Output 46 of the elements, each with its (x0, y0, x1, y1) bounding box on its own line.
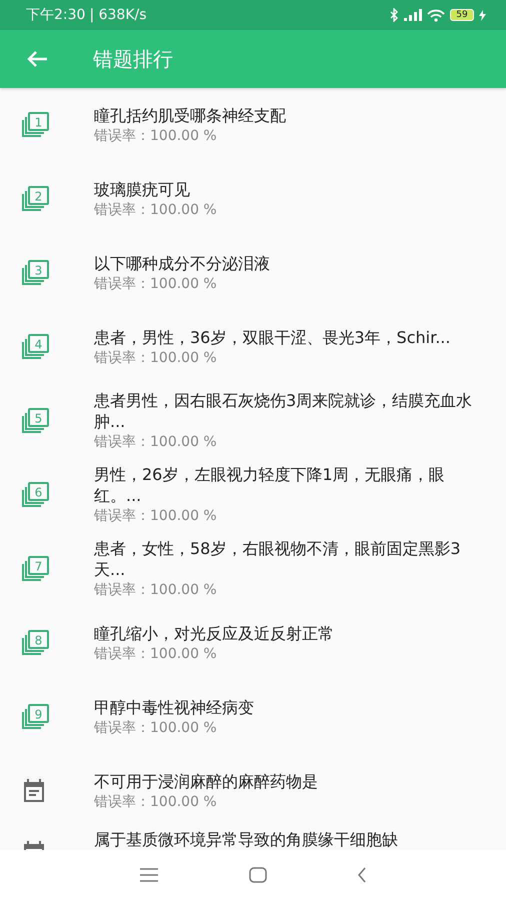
question-text: 患者，男性，36岁，双眼干涩、畏光3年，Schir... (94, 326, 452, 348)
question-row[interactable]: 5 患者男性，因右眼石灰烧伤3周来院就诊，结膜充血水肿... 错误率：100.00 % (0, 384, 506, 458)
question-row[interactable]: 不可用于浸润麻醉的麻醉药物是 错误率：100.00 % (0, 754, 506, 828)
back-arrow-icon (26, 50, 48, 68)
error-rate: 错误率：100.00 % (94, 200, 218, 220)
error-rate: 错误率：100.00 % (94, 274, 218, 294)
question-text: 以下哪种成分不分泌泪液 (94, 252, 271, 274)
question-row[interactable]: 1 瞳孔括约肌受哪条神经支配 错误率：100.00 % (0, 88, 506, 162)
error-rate: 错误率：100.00 % (94, 718, 218, 738)
question-row[interactable]: 2 玻璃膜疣可见 错误率：100.00 % (0, 162, 506, 236)
charging-icon (479, 10, 486, 20)
question-text: 患者男性，因右眼石灰烧伤3周来院就诊，结膜充血水肿... (94, 390, 474, 432)
network-speed: | 638K/s (89, 7, 147, 23)
question-row[interactable]: 8 瞳孔缩小，对光反应及近反射正常 错误率：100.00 % (0, 606, 506, 680)
bluetooth-icon (390, 8, 399, 22)
error-rate: 错误率：100.00 % (94, 348, 218, 368)
calendar-icon (22, 841, 46, 850)
menu-icon[interactable] (139, 868, 159, 882)
question-row[interactable]: 7 患者，女性，58岁，右眼视物不清，眼前固定黑影3天... 错误率：100.00 % (0, 532, 506, 606)
home-icon[interactable] (249, 867, 267, 883)
status-time: 下午2:30 (26, 6, 86, 24)
calendar-icon (22, 779, 46, 803)
question-row[interactable]: 属于基质微环境异常导致的角膜缘干细胞缺 (0, 828, 506, 850)
error-rate: 错误率：100.00 % (94, 792, 218, 812)
error-rate: 错误率：100.00 % (94, 433, 218, 452)
question-row[interactable]: 4 患者，男性，36岁，双眼干涩、畏光3年，Schir... 错误率：100.00 % (0, 310, 506, 384)
question-text: 玻璃膜疣可见 (94, 178, 191, 200)
back-icon[interactable] (357, 867, 367, 883)
question-text: 瞳孔括约肌受哪条神经支配 (94, 104, 287, 126)
question-text: 属于基质微环境异常导致的角膜缘干细胞缺 (94, 829, 399, 850)
battery-indicator: 59 (450, 9, 474, 21)
question-row[interactable]: 3 以下哪种成分不分泌泪液 错误率：100.00 % (0, 236, 506, 310)
question-text: 不可用于浸润麻醉的麻醉药物是 (94, 770, 319, 792)
error-rate: 错误率：100.00 % (94, 507, 218, 526)
error-rate: 错误率：100.00 % (94, 126, 218, 146)
question-text: 男性，26岁，左眼视力轻度下降1周，无眼痛，眼红。... (94, 464, 446, 506)
question-row[interactable]: 9 甲醇中毒性视神经病变 错误率：100.00 % (0, 680, 506, 754)
error-rate: 错误率：100.00 % (94, 644, 218, 664)
wifi-icon (427, 8, 445, 22)
error-rate: 错误率：100.00 % (94, 581, 218, 600)
question-text: 瞳孔缩小，对光反应及近反射正常 (94, 622, 335, 644)
page-title: 错题排行 (93, 46, 173, 72)
signal-icon (404, 9, 422, 21)
question-row[interactable]: 6 男性，26岁，左眼视力轻度下降1周，无眼痛，眼红。... 错误率：100.00 % (0, 458, 506, 532)
question-text: 甲醇中毒性视神经病变 (94, 696, 255, 718)
question-text: 患者，女性，58岁，右眼视物不清，眼前固定黑影3天... (94, 538, 462, 580)
